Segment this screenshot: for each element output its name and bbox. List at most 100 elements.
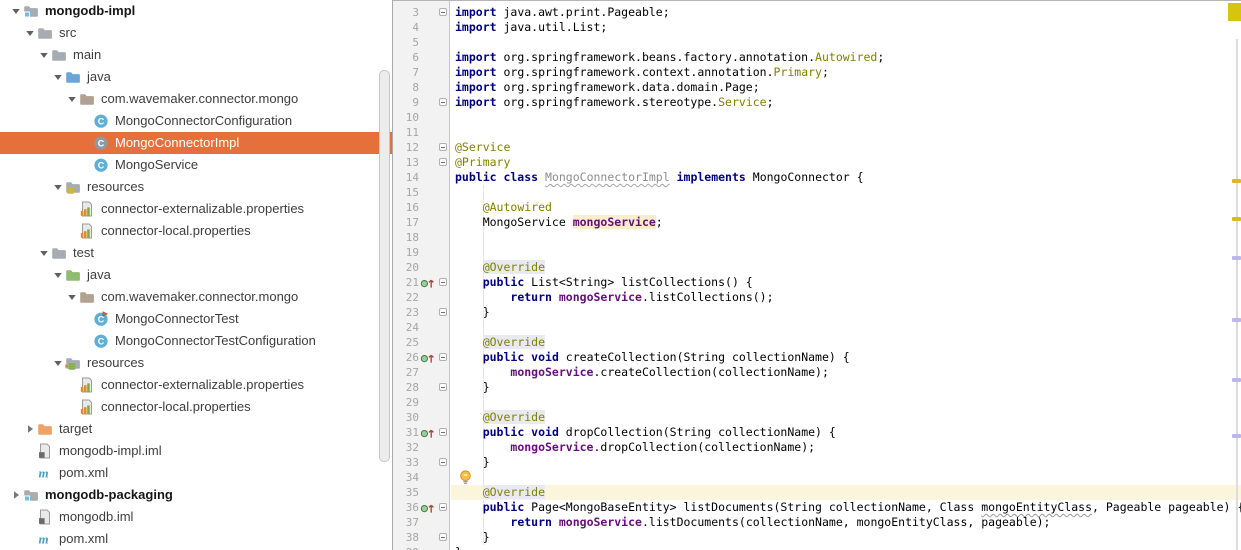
tree-item-main[interactable]: main [0, 44, 392, 66]
code-line-12[interactable]: @Service [451, 140, 1241, 155]
code-line-10[interactable] [451, 110, 1241, 125]
chevron-down-icon[interactable] [8, 3, 23, 19]
tree-item-connector-local-properties[interactable]: connector-local.properties [0, 396, 392, 418]
code-line-37[interactable]: return mongoService.listDocuments(collec… [451, 515, 1241, 530]
stripe-info-mark[interactable] [1232, 318, 1241, 322]
tree-scrollbar-thumb[interactable] [379, 70, 390, 462]
tree-item-connector-local-properties[interactable]: connector-local.properties [0, 220, 392, 242]
code-line-27[interactable]: mongoService.createCollection(collection… [451, 365, 1241, 380]
chevron-down-icon[interactable] [50, 267, 65, 283]
chevron-down-icon[interactable] [36, 47, 51, 63]
error-stripe[interactable] [1227, 1, 1241, 550]
fold-end-marker[interactable] [439, 458, 447, 466]
code-line-26[interactable]: public void createCollection(String coll… [451, 350, 1241, 365]
code-line-25[interactable]: @Override [451, 335, 1241, 350]
code-line-5[interactable] [451, 35, 1241, 50]
fold-start-marker[interactable] [439, 143, 447, 151]
tree-item-target[interactable]: target [0, 418, 392, 440]
fold-start-marker[interactable] [439, 8, 447, 16]
tree-item-mongoservice[interactable]: CMongoService [0, 154, 392, 176]
code-line-19[interactable] [451, 245, 1241, 260]
code-line-38[interactable]: } [451, 530, 1241, 545]
tree-item-connector-externalizable-properties[interactable]: connector-externalizable.properties [0, 198, 392, 220]
code-line-36[interactable]: public Page<MongoBaseEntity> listDocumen… [451, 500, 1241, 515]
tree-item-java[interactable]: java [0, 264, 392, 286]
code-line-30[interactable]: @Override [451, 410, 1241, 425]
overriding-method-icon[interactable] [420, 277, 438, 289]
code-area[interactable]: import java.awt.print.Pageable;import ja… [451, 1, 1241, 550]
overriding-method-icon[interactable] [420, 352, 438, 364]
chevron-down-icon[interactable] [64, 289, 79, 305]
tree-item-mongodb-iml[interactable]: mongodb.iml [0, 506, 392, 528]
code-line-4[interactable]: import java.util.List; [451, 20, 1241, 35]
intention-bulb-icon[interactable] [459, 470, 472, 485]
overriding-method-icon[interactable] [420, 427, 438, 439]
fold-end-marker[interactable] [439, 383, 447, 391]
code-line-33[interactable]: } [451, 455, 1241, 470]
code-line-34[interactable] [451, 470, 1241, 485]
chevron-down-icon[interactable] [50, 69, 65, 85]
code-line-24[interactable] [451, 320, 1241, 335]
tree-item-mongoconnectortestconfiguration[interactable]: CMongoConnectorTestConfiguration [0, 330, 392, 352]
code-line-15[interactable] [451, 185, 1241, 200]
tree-item-pom-xml[interactable]: mpom.xml [0, 462, 392, 484]
chevron-down-icon[interactable] [50, 355, 65, 371]
stripe-warning-mark[interactable] [1232, 179, 1241, 183]
fold-end-marker[interactable] [439, 533, 447, 541]
code-line-20[interactable]: @Override [451, 260, 1241, 275]
code-line-11[interactable] [451, 125, 1241, 140]
chevron-down-icon[interactable] [36, 245, 51, 261]
stripe-info-mark[interactable] [1232, 378, 1241, 382]
fold-end-marker[interactable] [439, 98, 447, 106]
tree-item-mongodb-impl-iml[interactable]: mongodb-impl.iml [0, 440, 392, 462]
code-line-16[interactable]: @Autowired [451, 200, 1241, 215]
stripe-info-mark[interactable] [1232, 256, 1241, 260]
fold-end-marker[interactable] [439, 158, 447, 166]
code-line-9[interactable]: import org.springframework.stereotype.Se… [451, 95, 1241, 110]
tree-item-mongoconnectortest[interactable]: CMongoConnectorTest [0, 308, 392, 330]
code-line-6[interactable]: import org.springframework.beans.factory… [451, 50, 1241, 65]
overriding-method-icon[interactable] [420, 502, 438, 514]
tree-item-java[interactable]: java [0, 66, 392, 88]
tree-item-com-wavemaker-connector-mongo[interactable]: com.wavemaker.connector.mongo [0, 88, 392, 110]
code-line-3[interactable]: import java.awt.print.Pageable; [451, 5, 1241, 20]
tree-item-resources[interactable]: resources [0, 352, 392, 374]
chevron-right-icon[interactable] [8, 487, 23, 503]
code-line-21[interactable]: public List<String> listCollections() { [451, 275, 1241, 290]
code-line-22[interactable]: return mongoService.listCollections(); [451, 290, 1241, 305]
scrollbar-track[interactable] [1236, 39, 1238, 550]
code-line-17[interactable]: MongoService mongoService; [451, 215, 1241, 230]
code-line-14[interactable]: public class MongoConnectorImpl implemen… [451, 170, 1241, 185]
code-line-13[interactable]: @Primary [451, 155, 1241, 170]
code-line-29[interactable] [451, 395, 1241, 410]
tree-item-resources[interactable]: resources [0, 176, 392, 198]
code-line-7[interactable]: import org.springframework.context.annot… [451, 65, 1241, 80]
fold-start-marker[interactable] [439, 503, 447, 511]
code-line-8[interactable]: import org.springframework.data.domain.P… [451, 80, 1241, 95]
code-line-32[interactable]: mongoService.dropCollection(collectionNa… [451, 440, 1241, 455]
tree-item-connector-externalizable-properties[interactable]: connector-externalizable.properties [0, 374, 392, 396]
chevron-down-icon[interactable] [50, 179, 65, 195]
fold-start-marker[interactable] [439, 428, 447, 436]
stripe-warning-mark[interactable] [1232, 217, 1241, 221]
chevron-down-icon[interactable] [64, 91, 79, 107]
tree-item-src[interactable]: src [0, 22, 392, 44]
code-line-35[interactable]: @Override [451, 485, 1241, 500]
tree-item-test[interactable]: test [0, 242, 392, 264]
tree-item-mongoconnectorconfiguration[interactable]: CMongoConnectorConfiguration [0, 110, 392, 132]
code-line-23[interactable]: } [451, 305, 1241, 320]
code-line-18[interactable] [451, 230, 1241, 245]
tree-item-pom-xml[interactable]: mpom.xml [0, 528, 392, 550]
code-line-39[interactable]: } [451, 545, 1241, 550]
chevron-down-icon[interactable] [22, 25, 37, 41]
chevron-right-icon[interactable] [22, 421, 37, 437]
fold-start-marker[interactable] [439, 278, 447, 286]
code-line-28[interactable]: } [451, 380, 1241, 395]
code-line-31[interactable]: public void dropCollection(String collec… [451, 425, 1241, 440]
stripe-info-mark[interactable] [1232, 434, 1241, 438]
fold-start-marker[interactable] [439, 353, 447, 361]
tree-item-mongodb-impl[interactable]: mongodb-impl [0, 0, 392, 22]
tree-item-mongodb-packaging[interactable]: mongodb-packaging [0, 484, 392, 506]
tree-item-mongoconnectorimpl[interactable]: CMongoConnectorImpl [0, 132, 392, 154]
fold-end-marker[interactable] [439, 308, 447, 316]
